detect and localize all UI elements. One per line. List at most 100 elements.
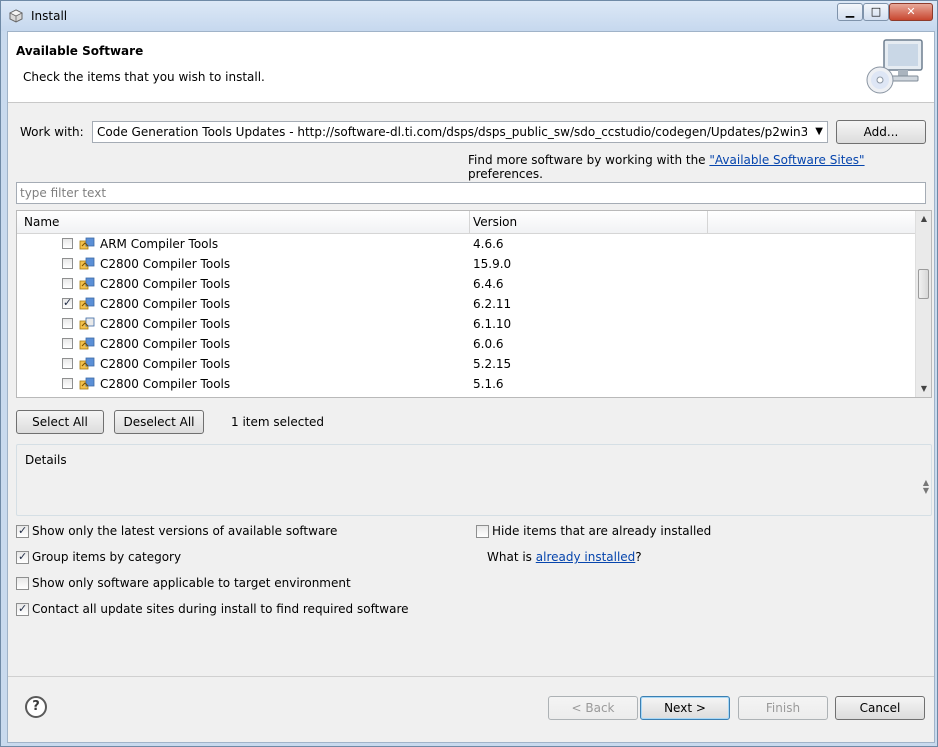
cancel-button[interactable]: Cancel [835, 696, 925, 720]
table-row[interactable]: C2800 Compiler Tools 5.1.6 [17, 374, 915, 394]
feature-package-icon [79, 357, 95, 370]
help-icon[interactable]: ? [25, 696, 47, 718]
feature-package-icon [79, 377, 95, 390]
eclipse-app-icon [9, 9, 23, 23]
row-name: C2800 Compiler Tools [100, 257, 231, 271]
minimize-icon: ▁ [845, 5, 855, 18]
group-by-category-checkbox[interactable] [16, 550, 29, 564]
what-is-installed: What is already installed? [487, 550, 642, 564]
finish-button[interactable]: Finish [738, 696, 828, 720]
row-version: 6.2.11 [473, 297, 512, 311]
deselect-all-label: Deselect All [123, 415, 195, 429]
hide-installed-checkbox[interactable] [476, 525, 489, 538]
page-subtitle: Check the items that you wish to install… [23, 70, 265, 84]
dialog-content: Available Software Check the items that … [7, 31, 935, 743]
table-row[interactable]: C2800 Compiler Tools 5.2.15 [17, 354, 915, 374]
column-separator [707, 211, 708, 233]
filter-input[interactable] [17, 183, 913, 203]
select-all-label: Select All [32, 415, 88, 429]
chevron-down-icon[interactable]: ▼ [815, 126, 823, 137]
row-version: 6.0.6 [473, 337, 504, 351]
row-checkbox[interactable] [62, 278, 73, 289]
feature-update-icon [79, 317, 95, 330]
hint-prefix: Find more software by working with the [468, 153, 710, 167]
details-scroll-icon[interactable]: ▲ ▼ [923, 479, 929, 495]
row-name: C2800 Compiler Tools [100, 337, 231, 351]
maximize-icon: □ [870, 5, 882, 18]
row-name: ARM Compiler Tools [100, 237, 219, 251]
contact-sites-label: Contact all update sites during install … [32, 602, 409, 616]
details-label: Details [25, 453, 67, 467]
add-site-button[interactable]: Add... [836, 120, 926, 144]
column-version[interactable]: Version [473, 215, 517, 229]
row-name: C2800 Compiler Tools [100, 317, 231, 331]
row-version: 4.6.6 [473, 237, 504, 251]
already-installed-link[interactable]: already installed [536, 550, 636, 564]
work-with-label: Work with: [20, 125, 84, 139]
feature-package-icon [79, 337, 95, 350]
row-checkbox[interactable] [62, 338, 73, 349]
table-header: Name Version [17, 211, 915, 234]
applicable-only-label: Show only software applicable to target … [32, 576, 351, 590]
column-separator [469, 211, 470, 233]
install-window: Install ▁ □ ✕ Available Software Check t… [0, 0, 938, 747]
window-title: Install [31, 9, 68, 23]
footer-divider [8, 676, 934, 677]
row-name: C2800 Compiler Tools [100, 357, 231, 371]
hint-suffix: preferences. [468, 167, 543, 181]
row-version: 6.1.10 [473, 317, 512, 331]
close-button[interactable]: ✕ [889, 3, 933, 21]
row-checkbox[interactable] [62, 378, 73, 389]
hide-installed-label: Hide items that are already installed [492, 524, 712, 538]
row-checkbox[interactable] [62, 238, 73, 249]
row-version: 6.4.6 [473, 277, 504, 291]
table-row[interactable]: C2800 Compiler Tools 6.0.6 [17, 334, 915, 354]
contact-sites-checkbox[interactable] [16, 602, 29, 616]
table-scrollbar[interactable]: ▲ ▼ [915, 211, 931, 397]
add-site-label: Add... [863, 125, 899, 139]
deselect-all-button[interactable]: Deselect All [114, 410, 204, 434]
row-name: C2800 Compiler Tools [100, 277, 231, 291]
feature-package-icon [79, 277, 95, 290]
scroll-down-icon[interactable]: ▼ [916, 381, 931, 397]
wizard-header: Available Software Check the items that … [8, 32, 934, 103]
row-checkbox[interactable] [62, 358, 73, 369]
minimize-button[interactable]: ▁ [837, 3, 863, 21]
filter-box[interactable] [16, 182, 926, 204]
next-label: Next > [664, 701, 706, 715]
what-is-prefix: What is [487, 550, 536, 564]
back-label: < Back [571, 701, 615, 715]
latest-versions-checkbox[interactable] [16, 524, 29, 538]
row-version: 15.9.0 [473, 257, 512, 271]
column-name[interactable]: Name [24, 215, 59, 229]
close-icon: ✕ [906, 5, 916, 18]
software-table[interactable]: Name Version ARM Compiler Tools 4.6.6 C280… [16, 210, 932, 398]
table-row[interactable]: C2800 Compiler Tools 15.9.0 [17, 254, 915, 274]
table-row[interactable]: C2800 Compiler Tools 6.1.10 [17, 314, 915, 334]
select-all-button[interactable]: Select All [16, 410, 104, 434]
next-button[interactable]: Next > [640, 696, 730, 720]
back-button[interactable]: < Back [548, 696, 638, 720]
applicable-only-checkbox[interactable] [16, 577, 29, 590]
latest-versions-label: Show only the latest versions of availab… [32, 524, 338, 538]
feature-package-icon [79, 257, 95, 270]
row-checkbox[interactable] [62, 318, 73, 329]
page-title: Available Software [16, 44, 144, 58]
table-row[interactable]: C2800 Compiler Tools 6.2.11 [17, 294, 915, 314]
work-with-combo[interactable]: Code Generation Tools Updates - http://s… [92, 121, 828, 143]
row-checkbox[interactable] [62, 296, 73, 309]
row-checkbox[interactable] [62, 258, 73, 269]
work-with-value: Code Generation Tools Updates - http://s… [97, 125, 807, 139]
scroll-thumb[interactable] [918, 269, 929, 299]
row-name: C2800 Compiler Tools [100, 297, 231, 311]
available-software-sites-link[interactable]: "Available Software Sites" [709, 153, 864, 167]
finish-label: Finish [765, 701, 801, 715]
row-version: 5.1.6 [473, 377, 504, 391]
cancel-label: Cancel [859, 701, 901, 715]
table-row[interactable]: C2800 Compiler Tools 6.4.6 [17, 274, 915, 294]
maximize-button[interactable]: □ [863, 3, 889, 21]
table-row[interactable]: ARM Compiler Tools 4.6.6 [17, 234, 915, 254]
selection-status: 1 item selected [231, 415, 325, 429]
scroll-up-icon[interactable]: ▲ [916, 211, 931, 227]
group-by-category-label: Group items by category [32, 550, 182, 564]
